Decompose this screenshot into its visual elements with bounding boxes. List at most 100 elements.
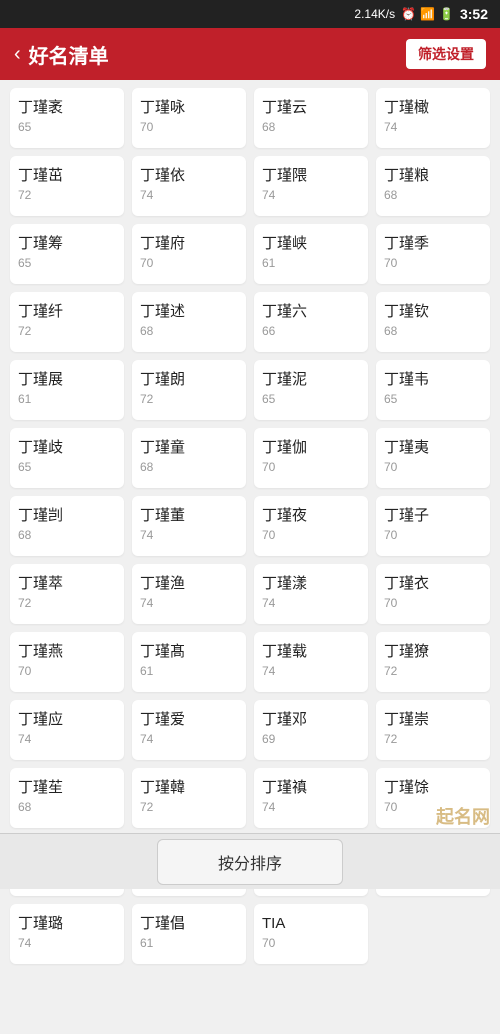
name-text: TIA (262, 914, 285, 934)
name-card[interactable]: 丁瑾崇72 (376, 700, 490, 760)
name-card[interactable]: 丁瑾隈74 (254, 156, 368, 216)
name-card[interactable]: 丁瑾衣70 (376, 564, 490, 624)
name-card[interactable]: 丁瑾苼68 (10, 768, 124, 828)
name-text: 丁瑾载 (262, 642, 307, 662)
name-score: 70 (262, 528, 275, 542)
name-card[interactable]: 丁瑾子70 (376, 496, 490, 556)
name-card[interactable]: 丁瑾璐74 (10, 904, 124, 964)
name-text: 丁瑾漾 (262, 574, 307, 594)
name-score: 65 (18, 460, 31, 474)
name-text: 丁瑾歧 (18, 438, 63, 458)
name-text: 丁瑾应 (18, 710, 63, 730)
header: ‹ 好名清单 筛选设置 (0, 28, 500, 80)
name-card[interactable]: 丁瑾夜 70 (254, 496, 368, 556)
name-card[interactable]: 丁瑾渔74 (132, 564, 246, 624)
name-score: 68 (18, 528, 31, 542)
name-text: 丁瑾倡 (140, 914, 185, 934)
name-card[interactable]: 丁瑾载74 (254, 632, 368, 692)
name-score: 74 (140, 732, 153, 746)
time-display: 3:52 (460, 6, 488, 22)
name-score: 74 (262, 596, 275, 610)
name-card[interactable]: 丁瑾展61 (10, 360, 124, 420)
name-card[interactable]: 丁瑾粮 68 (376, 156, 490, 216)
name-score: 72 (140, 800, 153, 814)
name-score: 72 (384, 664, 397, 678)
name-card[interactable]: 丁瑾泥65 (254, 360, 368, 420)
name-card[interactable]: 丁瑾府 70 (132, 224, 246, 284)
name-score: 68 (384, 188, 397, 202)
name-card[interactable]: 丁瑾纤72 (10, 292, 124, 352)
name-card[interactable]: 丁瑾韓 72 (132, 768, 246, 828)
name-card[interactable]: 丁瑾燕70 (10, 632, 124, 692)
name-card[interactable]: 丁瑾应 74 (10, 700, 124, 760)
name-text: 丁瑾剀 (18, 506, 63, 526)
name-text: 丁瑾渔 (140, 574, 185, 594)
name-text: 丁瑾夜 (262, 506, 307, 526)
name-card[interactable]: 丁瑾六66 (254, 292, 368, 352)
name-score: 65 (384, 392, 397, 406)
name-card[interactable]: 丁瑾爱74 (132, 700, 246, 760)
name-card[interactable]: 丁瑾夷70 (376, 428, 490, 488)
name-card[interactable]: 丁瑾咏70 (132, 88, 246, 148)
name-score: 66 (262, 324, 275, 338)
name-card[interactable]: 丁瑾橄74 (376, 88, 490, 148)
name-text: 丁瑾苼 (18, 778, 63, 798)
name-text: 丁瑾馀 (384, 778, 429, 798)
name-card[interactable]: 丁瑾邓69 (254, 700, 368, 760)
name-score: 74 (18, 732, 31, 746)
names-grid: 丁瑾袤65丁瑾咏70丁瑾云68丁瑾橄74丁瑾茁72丁瑾依74丁瑾隈74丁瑾粮68… (0, 80, 500, 1034)
name-card[interactable]: 丁瑾漾 74 (254, 564, 368, 624)
name-text: 丁瑾子 (384, 506, 429, 526)
header-left: ‹ 好名清单 (14, 40, 109, 69)
name-card[interactable]: 丁瑾伽70 (254, 428, 368, 488)
name-card[interactable]: 丁瑾云68 (254, 88, 368, 148)
name-card[interactable]: 丁瑾童68 (132, 428, 246, 488)
battery-icon: 🔋 (439, 7, 454, 21)
name-card[interactable]: 丁瑾述68 (132, 292, 246, 352)
name-card[interactable]: 丁瑾倡61 (132, 904, 246, 964)
name-card[interactable]: 丁瑾袤65 (10, 88, 124, 148)
name-card[interactable]: 丁瑾剀 68 (10, 496, 124, 556)
filter-button[interactable]: 筛选设置 (406, 39, 486, 69)
name-card[interactable]: TIA70 (254, 904, 368, 964)
name-card[interactable]: 丁瑾萃72 (10, 564, 124, 624)
name-text: 丁瑾钦 (384, 302, 429, 322)
name-card[interactable]: 丁瑾禛74 (254, 768, 368, 828)
name-text: 丁瑾朗 (140, 370, 185, 390)
name-card[interactable]: 丁瑾髙61 (132, 632, 246, 692)
name-text: 丁瑾云 (262, 98, 307, 118)
name-text: 丁瑾府 (140, 234, 185, 254)
name-card[interactable]: 丁瑾韦 65 (376, 360, 490, 420)
network-speed: 2.14K/s (354, 7, 395, 21)
page-title: 好名清单 (29, 40, 109, 69)
name-text: 丁瑾季 (384, 234, 429, 254)
name-card[interactable]: 丁瑾董74 (132, 496, 246, 556)
name-text: 丁瑾橄 (384, 98, 429, 118)
name-text: 丁瑾峡 (262, 234, 307, 254)
name-card[interactable]: 丁瑾筹65 (10, 224, 124, 284)
status-icons: ⏰ 📶 🔋 (401, 7, 454, 21)
name-score: 70 (384, 256, 397, 270)
name-score: 68 (140, 460, 153, 474)
name-card[interactable]: 丁瑾季 70 (376, 224, 490, 284)
back-button[interactable]: ‹ (14, 43, 21, 66)
name-score: 61 (140, 664, 153, 678)
name-card[interactable]: 丁瑾歧 65 (10, 428, 124, 488)
name-score: 70 (384, 800, 397, 814)
name-text: 丁瑾韓 (140, 778, 185, 798)
bottom-bar: 按分排序 (0, 833, 500, 889)
name-text: 丁瑾韦 (384, 370, 429, 390)
name-score: 70 (140, 256, 153, 270)
name-text: 丁瑾粮 (384, 166, 429, 186)
name-text: 丁瑾茁 (18, 166, 63, 186)
name-text: 丁瑾伽 (262, 438, 307, 458)
name-card[interactable]: 丁瑾依74 (132, 156, 246, 216)
name-card[interactable]: 丁瑾钦68 (376, 292, 490, 352)
name-text: 丁瑾邓 (262, 710, 307, 730)
name-card[interactable]: 丁瑾獠72 (376, 632, 490, 692)
name-card[interactable]: 丁瑾峡61 (254, 224, 368, 284)
sort-button[interactable]: 按分排序 (157, 839, 343, 885)
name-card[interactable]: 丁瑾朗72 (132, 360, 246, 420)
name-card[interactable]: 丁瑾茁72 (10, 156, 124, 216)
name-score: 70 (140, 120, 153, 134)
